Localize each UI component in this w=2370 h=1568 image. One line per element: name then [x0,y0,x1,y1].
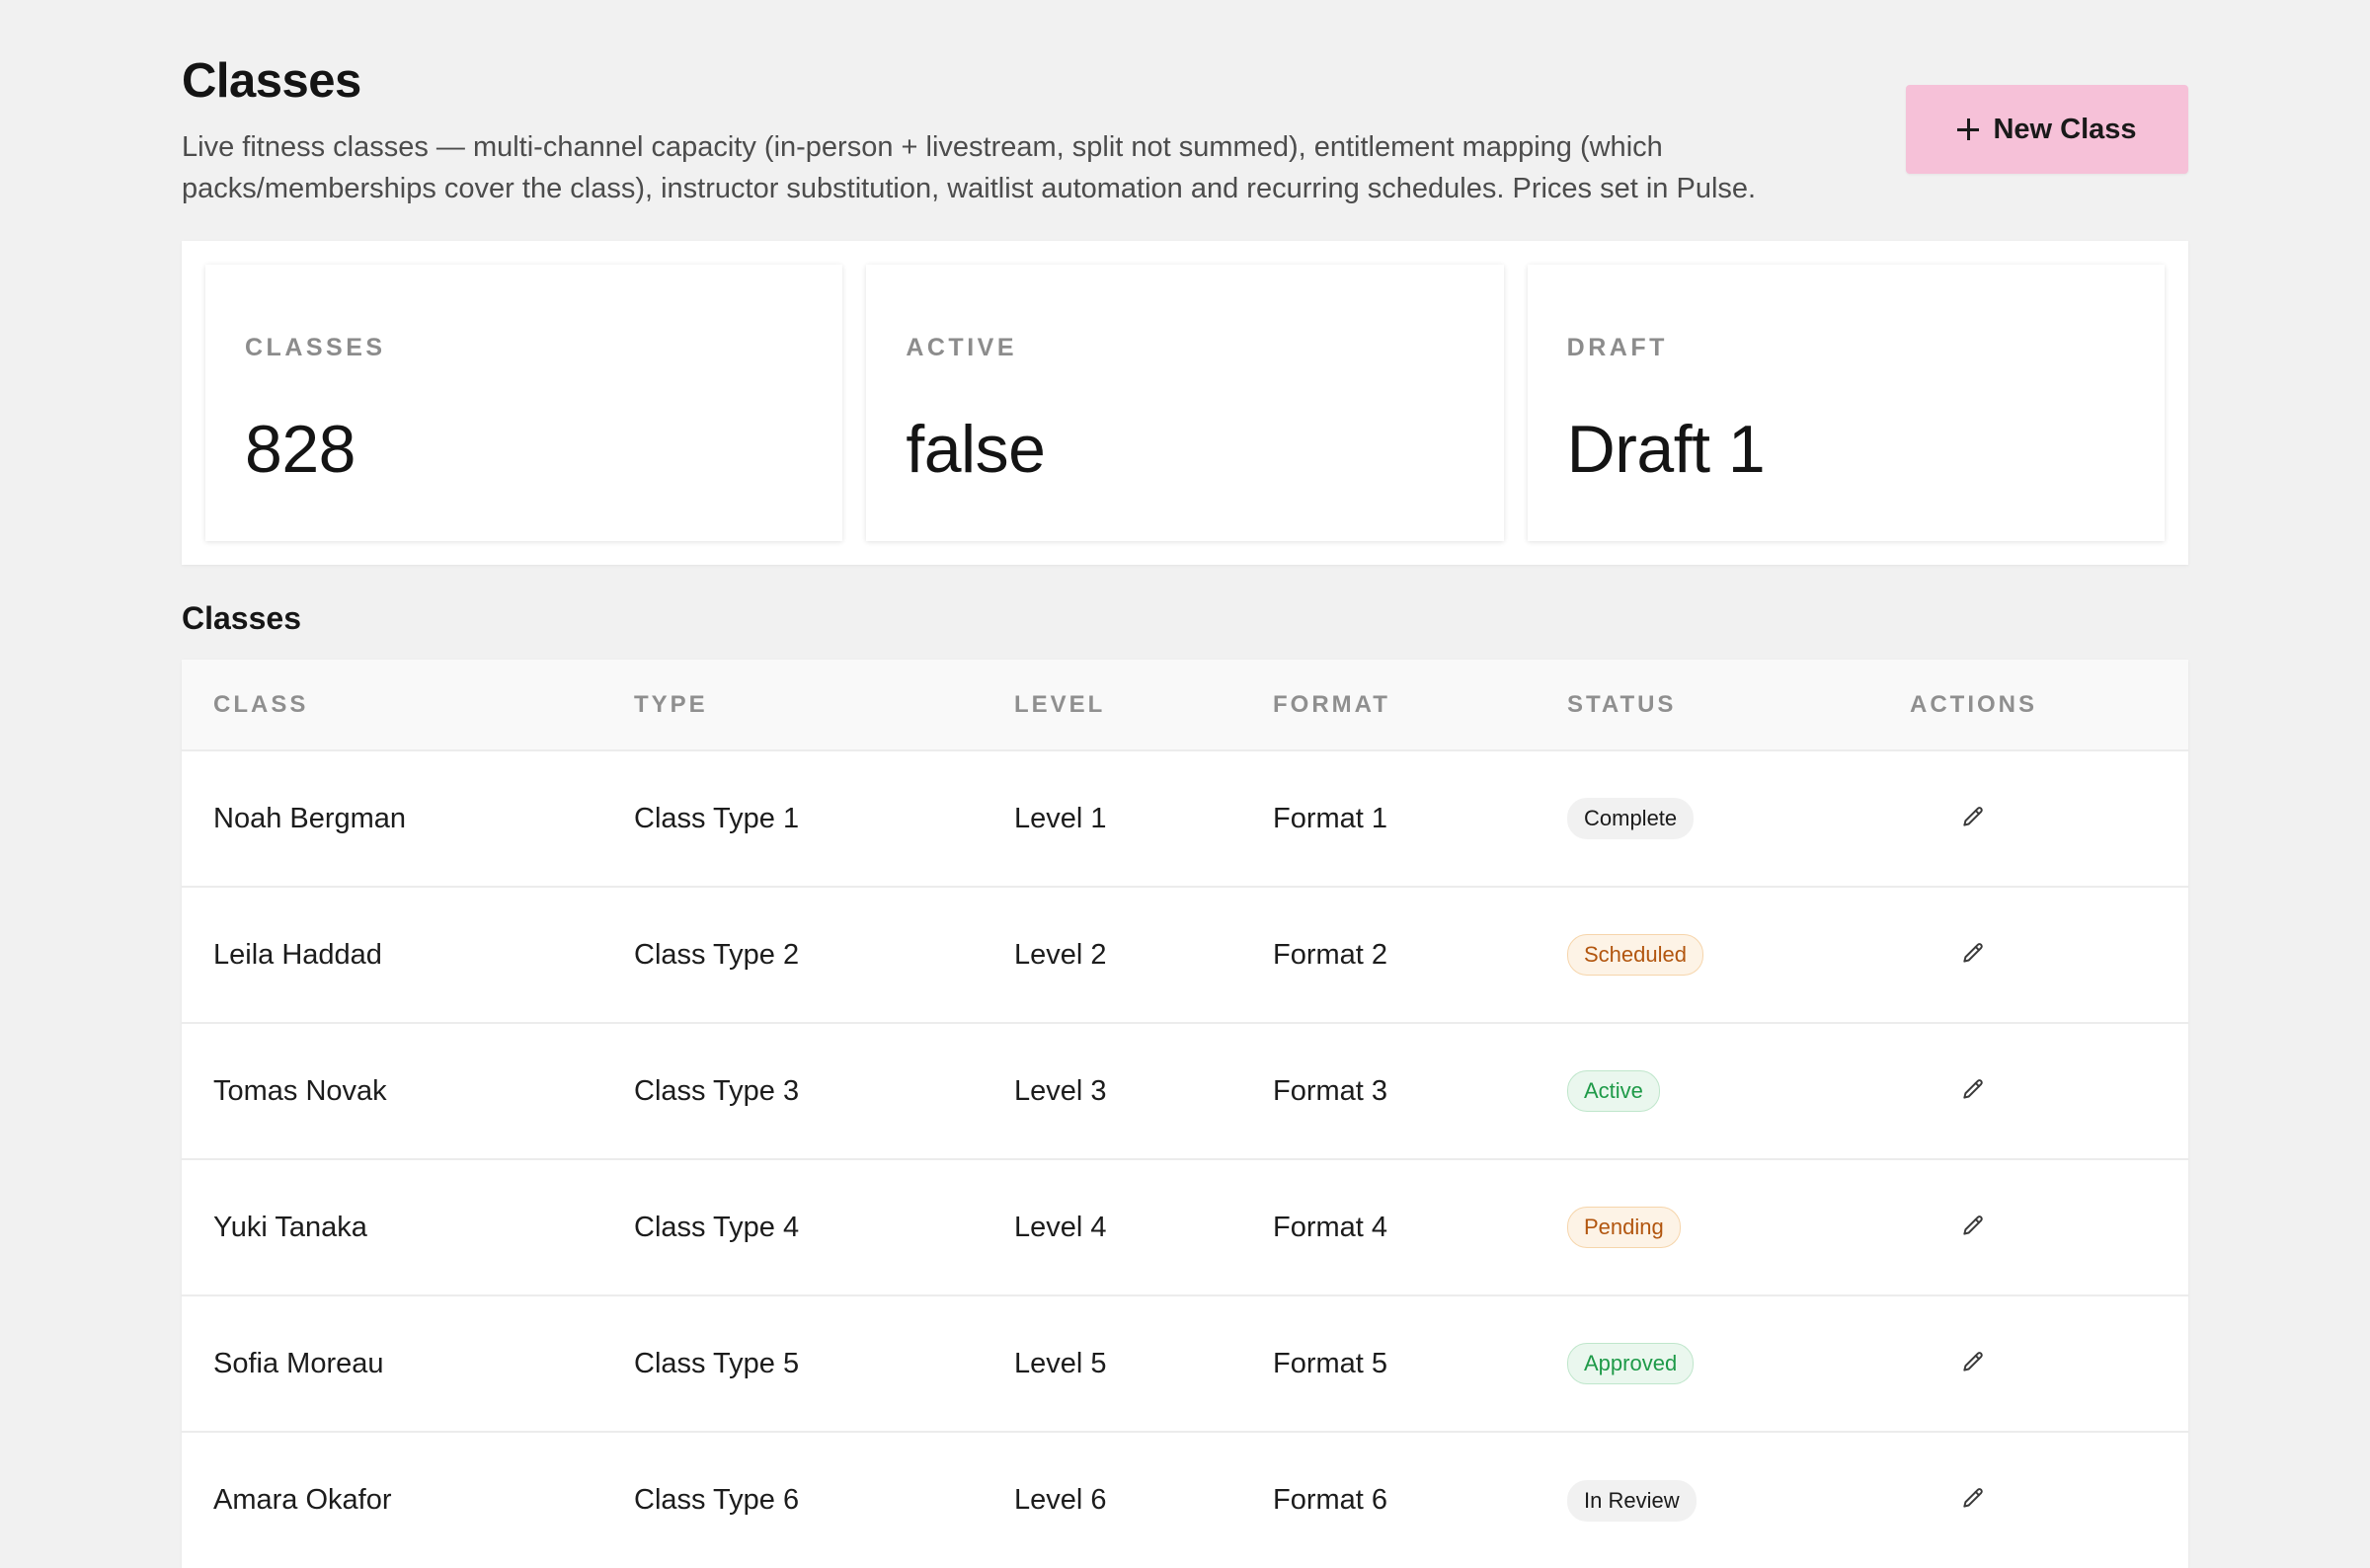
stat-value: 828 [245,412,356,487]
status-badge: Scheduled [1567,934,1703,976]
cell-actions [1878,1432,2188,1568]
plus-icon [1957,118,1980,140]
stat-value: Draft 1 [1566,412,1766,487]
table-row[interactable]: Amara Okafor Class Type 6 Level 6 Format 6 I… [182,1432,2188,1568]
cell-type: Class Type 6 [634,1484,800,1516]
cell-status: Complete [1536,750,1878,887]
table-row[interactable]: Tomas Novak Class Type 3 Level 3 Format 3 Ac… [182,1023,2188,1159]
cell-status: Pending [1536,1159,1878,1295]
table-row[interactable]: Sofia Moreau Class Type 5 Level 5 Format 5 A… [182,1295,2188,1432]
cell-level: Level 2 [1014,938,1107,971]
pencil-edit-icon [1960,1077,1986,1106]
cell-actions [1878,887,2188,1023]
cell-type: Class Type 5 [634,1347,800,1379]
cell-format: Format 2 [1273,938,1388,971]
classes-table: CLASS TYPE LEVEL FORMAT STATUS ACTIONS N… [182,660,2188,1568]
cell-class: Leila Haddad [213,938,382,971]
cell-level: Level 1 [1014,802,1107,834]
cell-format: Format 4 [1273,1211,1388,1243]
stat-card-draft: DRAFT Draft 1 [1527,265,2165,541]
edit-button[interactable] [1953,935,1993,975]
cell-class: Yuki Tanaka [213,1211,367,1243]
status-badge: Approved [1567,1343,1695,1384]
cell-level: Level 5 [1014,1347,1107,1379]
stat-card-classes: CLASSES 828 [205,265,843,541]
edit-button[interactable] [1953,1208,1993,1247]
column-header-actions: ACTIONS [1910,690,2037,718]
table-row[interactable]: Noah Bergman Class Type 1 Level 1 Format 1 C… [182,750,2188,887]
cell-actions [1878,1295,2188,1432]
cell-status: In Review [1536,1432,1878,1568]
cell-actions [1878,750,2188,887]
cell-type: Class Type 2 [634,938,800,971]
table-body: Noah Bergman Class Type 1 Level 1 Format 1 C… [182,750,2188,1568]
new-class-button-label: New Class [1993,113,2137,145]
stat-value: false [906,412,1046,487]
stats-panel: CLASSES 828 ACTIVE false DRAFT Draft 1 [182,241,2188,565]
cell-type: Class Type 3 [634,1074,800,1107]
new-class-button[interactable]: New Class [1906,85,2188,174]
edit-button[interactable] [1953,1344,1993,1383]
stat-label: DRAFT [1566,334,1668,361]
stat-card-active: ACTIVE false [866,265,1504,541]
stat-label: ACTIVE [906,334,1018,361]
edit-button[interactable] [1953,1071,1993,1111]
column-header-type: TYPE [634,690,708,718]
status-badge: In Review [1567,1479,1697,1522]
stat-label: CLASSES [245,334,386,361]
table-header-row: CLASS TYPE LEVEL FORMAT STATUS ACTIONS [182,660,2188,750]
cell-type: Class Type 4 [634,1211,800,1243]
cell-level: Level 6 [1014,1484,1107,1516]
cell-format: Format 6 [1273,1484,1388,1516]
edit-button[interactable] [1953,799,1993,838]
cell-level: Level 4 [1014,1211,1107,1243]
column-header-level: LEVEL [1014,690,1106,718]
column-header-class: CLASS [213,690,309,718]
cell-class: Amara Okafor [213,1484,392,1516]
pencil-edit-icon [1960,1350,1986,1378]
cell-format: Format 3 [1273,1074,1388,1107]
pencil-edit-icon [1960,1214,1986,1242]
cell-format: Format 5 [1273,1347,1388,1379]
cell-actions [1878,1023,2188,1159]
cell-level: Level 3 [1014,1074,1107,1107]
cell-type: Class Type 1 [634,802,800,834]
column-header-format: FORMAT [1273,690,1390,718]
cell-class: Noah Bergman [213,802,407,834]
status-badge: Pending [1567,1207,1681,1248]
page: Classes Live fitness classes — multi-cha… [182,0,2188,1568]
cell-status: Approved [1536,1295,1878,1432]
pencil-edit-icon [1960,1486,1986,1515]
page-description: Live fitness classes — multi-channel cap… [182,131,1757,204]
cell-class: Tomas Novak [213,1074,387,1107]
table-row[interactable]: Leila Haddad Class Type 2 Level 2 Format 2 S… [182,887,2188,1023]
page-title: Classes [182,54,361,108]
column-header-status: STATUS [1567,690,1677,718]
page-header: Classes Live fitness classes — multi-cha… [182,0,2188,241]
cell-status: Active [1536,1023,1878,1159]
status-badge: Active [1567,1070,1660,1112]
edit-button[interactable] [1953,1481,1993,1521]
table-row[interactable]: Yuki Tanaka Class Type 4 Level 4 Format 4 Pe… [182,1159,2188,1295]
cell-status: Scheduled [1536,887,1878,1023]
cell-class: Sofia Moreau [213,1347,384,1379]
pencil-edit-icon [1960,805,1986,833]
pencil-edit-icon [1960,941,1986,970]
table-section-title: Classes [182,600,301,636]
cell-actions [1878,1159,2188,1295]
cell-format: Format 1 [1273,802,1388,834]
status-badge: Complete [1567,798,1695,839]
